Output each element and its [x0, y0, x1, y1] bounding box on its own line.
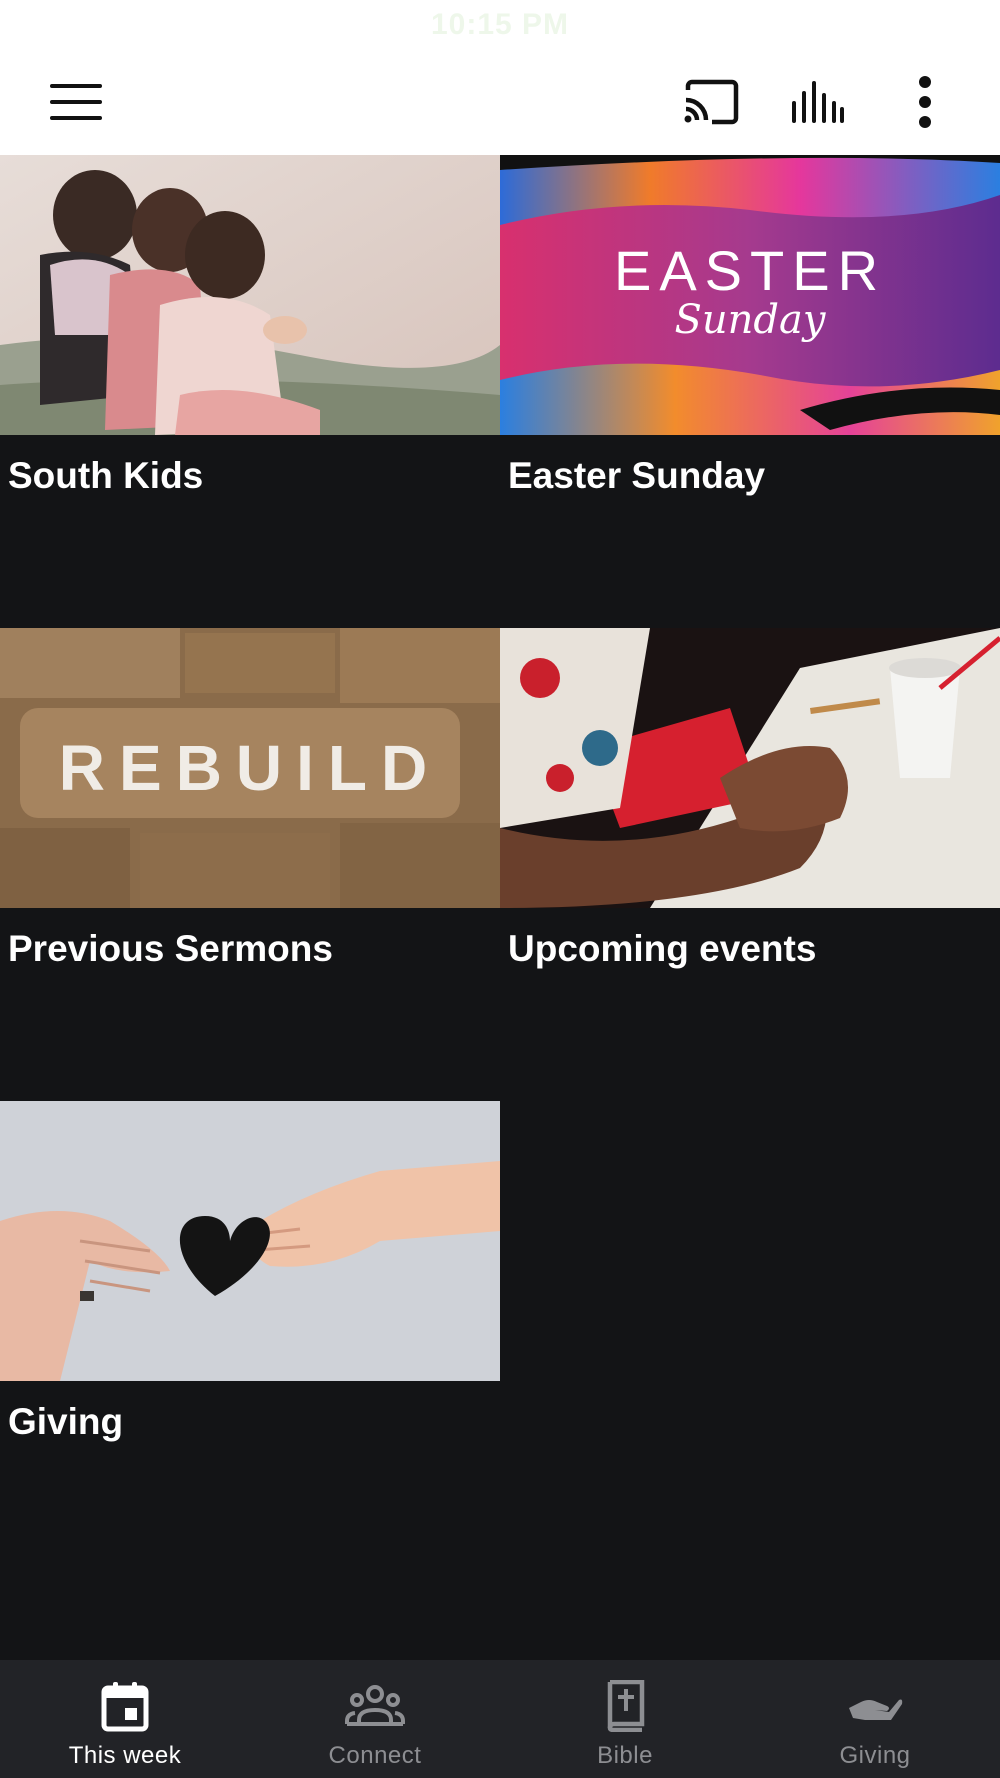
tile-title: Upcoming events: [508, 928, 817, 969]
more-vertical-icon: [919, 76, 931, 128]
nav-giving[interactable]: Giving: [750, 1660, 1000, 1778]
calendar-icon: [101, 1682, 149, 1732]
top-app-bar: 10:15 PM: [0, 0, 1000, 155]
audio-bars-icon: [792, 81, 844, 123]
tile-image-previous-sermons: REBUILD: [0, 628, 500, 908]
tile-title: Giving: [8, 1401, 124, 1442]
rebuild-banner-text: REBUILD: [59, 732, 441, 804]
hamburger-menu-icon: [50, 84, 102, 120]
tile-image-upcoming-events: [500, 628, 1000, 908]
cast-button[interactable]: [675, 72, 747, 132]
tile-image-south-kids: [0, 155, 500, 435]
more-options-button[interactable]: [905, 70, 945, 134]
tile-giving[interactable]: Giving: [0, 1101, 500, 1574]
bible-book-icon: [607, 1680, 645, 1732]
giving-hand-icon: [849, 1699, 903, 1720]
tile-previous-sermons[interactable]: REBUILD Previous Sermons: [0, 628, 500, 1101]
audio-button[interactable]: [782, 72, 854, 132]
nav-label-bible: Bible: [597, 1742, 653, 1769]
tile-title: South Kids: [8, 455, 204, 496]
tile-image-giving: [0, 1101, 500, 1381]
nav-this-week[interactable]: This week: [0, 1660, 250, 1778]
nav-bible[interactable]: Bible: [500, 1660, 750, 1778]
nav-label-giving: Giving: [839, 1742, 911, 1769]
easter-banner-script: Sunday: [675, 297, 827, 343]
easter-banner-text: EASTER: [614, 239, 886, 302]
status-bar-time: 10:15 PM: [430, 8, 570, 41]
content-grid: South Kids EASTER Sunday Easter Sunday R…: [0, 155, 1000, 1660]
nav-connect[interactable]: Connect: [250, 1660, 500, 1778]
tile-upcoming-events[interactable]: Upcoming events: [500, 628, 1000, 1101]
tile-south-kids[interactable]: South Kids: [0, 155, 500, 628]
tile-title: Previous Sermons: [8, 928, 333, 969]
people-group-icon: [345, 1685, 405, 1726]
bottom-navigation: This week Connect Bible Giving: [0, 1660, 1000, 1778]
tile-image-easter-sunday: EASTER Sunday: [500, 155, 1000, 435]
tile-title: Easter Sunday: [508, 455, 766, 496]
tile-easter-sunday[interactable]: EASTER Sunday Easter Sunday: [500, 155, 1000, 628]
nav-label-this-week: This week: [68, 1742, 182, 1769]
cast-icon: [684, 79, 739, 125]
nav-label-connect: Connect: [328, 1742, 422, 1769]
menu-button[interactable]: [40, 72, 112, 132]
